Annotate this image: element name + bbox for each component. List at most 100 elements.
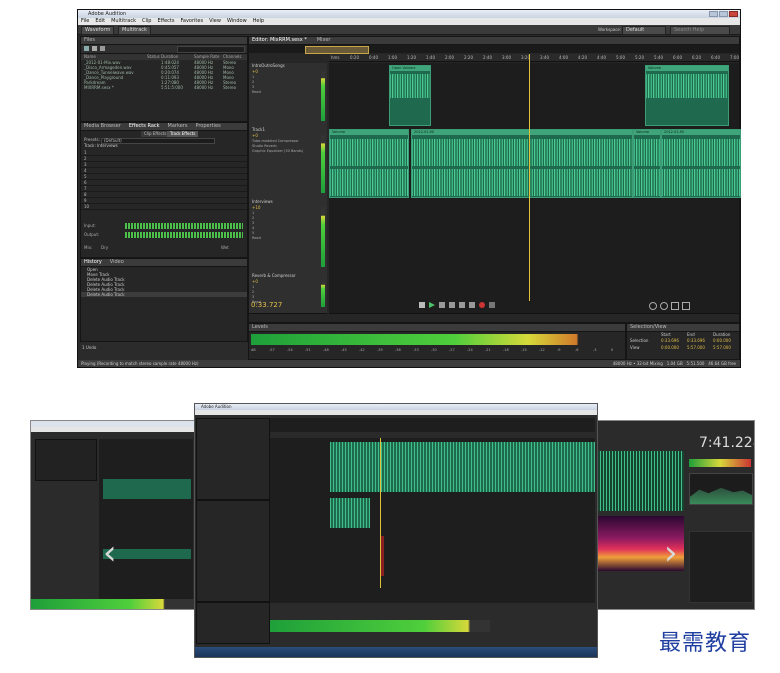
- menu-effects[interactable]: Effects: [157, 18, 174, 25]
- menu-clip[interactable]: Clip: [142, 18, 151, 25]
- zoom-selection-icon[interactable]: [682, 302, 690, 310]
- minimize-button[interactable]: [709, 11, 718, 17]
- audio-clip[interactable]: 2012-01-Mi: [411, 129, 633, 198]
- skip-end-icon[interactable]: [469, 302, 475, 308]
- tab-editor[interactable]: Editor: MixRRM.sesx *: [252, 37, 307, 44]
- audio-clip[interactable]: 2012-01-Mi: [661, 129, 741, 198]
- menu-window[interactable]: Window: [227, 18, 247, 25]
- waveform: [330, 168, 408, 196]
- selection-view-title[interactable]: Selection/View: [627, 324, 739, 332]
- track-lane[interactable]: Open Volume Volume: [329, 63, 739, 128]
- loop-icon[interactable]: [489, 302, 495, 308]
- history-panel: History Video Open Move Track Delete Audio…: [80, 258, 248, 342]
- timeline-ruler[interactable]: hms 0:20 0:40 1:00 1:20 1:40 2:00 2:20 2:40 3:00 3…: [329, 54, 739, 62]
- selview-end[interactable]: 5:57.000: [687, 345, 705, 350]
- selview-label: View: [630, 345, 640, 350]
- close-button[interactable]: [729, 11, 738, 17]
- selview-duration[interactable]: 5:57.000: [713, 345, 731, 350]
- forward-icon[interactable]: [459, 302, 465, 308]
- track-fx-slot[interactable]: Graphic Equalizer (30 Bands): [249, 149, 327, 154]
- input-meter: [125, 223, 243, 229]
- left-thumb-editor: [99, 439, 193, 599]
- waveform-view-button[interactable]: Waveform: [81, 26, 115, 35]
- multitrack-view-button[interactable]: Multitrack: [118, 26, 151, 35]
- rewind-icon[interactable]: [449, 302, 455, 308]
- track-lane[interactable]: [329, 199, 739, 274]
- zoom-out-icon[interactable]: [660, 302, 668, 310]
- overview-bar[interactable]: [249, 45, 739, 54]
- track-fx-slot[interactable]: Read: [249, 236, 327, 241]
- overview-viewport[interactable]: [305, 46, 369, 54]
- play-icon[interactable]: [429, 302, 435, 308]
- waveform: [412, 168, 632, 196]
- ruler-tick: hms: [331, 55, 340, 60]
- audio-clip[interactable]: Open Volume: [389, 65, 431, 126]
- track-area: IntroOutroSongs +0 1 2 3 Read Open Volume Volum…: [249, 63, 741, 314]
- new-file-icon[interactable]: [84, 46, 89, 51]
- tab-markers[interactable]: Markers: [168, 123, 188, 130]
- tab-video[interactable]: Video: [110, 259, 124, 266]
- status-left: Playing (Recording to match stereo sampl…: [81, 361, 199, 366]
- clip-label: Volume: [646, 66, 728, 71]
- menu-favorites[interactable]: Favorites: [180, 18, 203, 25]
- files-panel-title[interactable]: Files: [81, 37, 247, 45]
- pause-icon[interactable]: [439, 302, 445, 308]
- menu-help[interactable]: Help: [253, 18, 264, 25]
- track-header[interactable]: Interviews +10 1 2 3 4 5 Read: [249, 199, 327, 274]
- import-file-icon[interactable]: [100, 46, 105, 51]
- files-search-input[interactable]: [177, 46, 245, 53]
- zoom-full-icon[interactable]: [671, 302, 679, 310]
- tab-history[interactable]: History: [84, 259, 102, 266]
- menu-edit[interactable]: Edit: [95, 18, 105, 25]
- carousel-thumb-left[interactable]: [30, 420, 197, 610]
- output-label: Output:: [84, 232, 100, 237]
- tab-mixer[interactable]: Mixer: [317, 37, 331, 44]
- level-scale-tick: -21: [485, 348, 491, 352]
- menu-multitrack[interactable]: Multitrack: [111, 18, 136, 25]
- editor-panel: Editor: MixRRM.sesx * Mixer hms 0:20 0:40 1…: [248, 36, 741, 323]
- audio-clip[interactable]: Volume: [645, 65, 729, 126]
- selview-duration[interactable]: 0:00.000: [713, 338, 731, 343]
- open-file-icon[interactable]: [92, 46, 97, 51]
- menu-bar: File Edit Multitrack Clip Effects Favori…: [78, 18, 740, 25]
- carousel-prev-arrow[interactable]: ‹: [103, 536, 117, 570]
- ruler-tick: 0:20: [350, 55, 359, 60]
- tab-media-browser[interactable]: Media Browser: [84, 123, 121, 130]
- search-help-input[interactable]: Search Help: [670, 26, 730, 35]
- stop-icon[interactable]: [419, 302, 425, 308]
- level-scale-tick: -54: [287, 348, 293, 352]
- carousel-thumb-center[interactable]: Adobe Audition: [194, 403, 598, 658]
- history-list: Open Move Track Delete Audio Track Delete A…: [81, 267, 247, 297]
- center-thumb-taskbar: [195, 647, 597, 657]
- selview-end[interactable]: 0:33.696: [687, 338, 705, 343]
- tab-effects-rack[interactable]: Effects Rack: [129, 123, 160, 130]
- audio-clip[interactable]: Volume: [633, 129, 661, 198]
- track-lane[interactable]: Volume 2012-01-Mi Volume 2012-01-Mi: [329, 127, 741, 200]
- playhead[interactable]: [529, 54, 530, 301]
- menu-file[interactable]: File: [81, 18, 89, 25]
- input-label: Input:: [84, 223, 96, 228]
- maximize-button[interactable]: [719, 11, 728, 17]
- status-size: 1.04 GB: [666, 361, 683, 366]
- tab-properties[interactable]: Properties: [195, 123, 220, 130]
- files-panel: Files Name Status Duration Sample Rate C…: [80, 36, 248, 122]
- carousel-thumb-right[interactable]: 7:41.228: [593, 420, 755, 610]
- audio-clip[interactable]: Volume: [329, 129, 409, 198]
- selview-start[interactable]: 0:00.000: [661, 345, 679, 350]
- record-icon[interactable]: [479, 302, 485, 308]
- levels-title[interactable]: Levels: [249, 324, 625, 332]
- track-header[interactable]: Track1 +0 Tube-modeled Compressor Studio Re…: [249, 127, 327, 200]
- track-fx-slot[interactable]: Read: [249, 90, 327, 95]
- level-scale-tick: -30: [431, 348, 437, 352]
- carousel-next-arrow[interactable]: ›: [664, 536, 678, 570]
- zoom-in-icon[interactable]: [649, 302, 657, 310]
- menu-view[interactable]: View: [209, 18, 221, 25]
- file-row[interactable]: MIXRRM.sesx * 5:51:5:000 48000 Hz Stereo: [81, 85, 247, 90]
- workspace-select[interactable]: Default: [622, 26, 666, 35]
- track-header[interactable]: IntroOutroSongs +0 1 2 3 Read: [249, 63, 327, 128]
- presets-select[interactable]: (Default): [101, 138, 215, 144]
- center-thumb-editor: [270, 418, 595, 603]
- history-item[interactable]: Delete Audio Track: [81, 292, 247, 297]
- effect-slot[interactable]: 10: [81, 204, 247, 210]
- selview-start[interactable]: 0:33.696: [661, 338, 679, 343]
